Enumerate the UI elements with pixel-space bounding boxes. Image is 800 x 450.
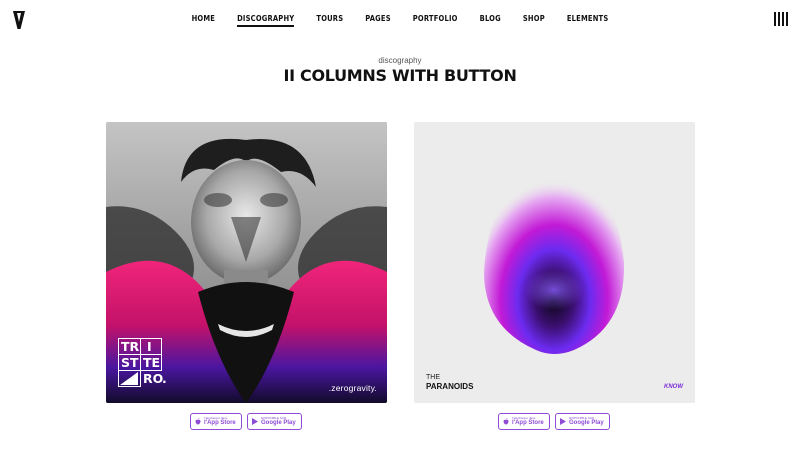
nav-item-pages[interactable]: PAGES <box>354 14 402 23</box>
logo-cell-te: TE <box>143 355 161 370</box>
logo-cell-i: I <box>147 339 152 354</box>
nav-item-tours[interactable]: TOURS <box>305 14 354 23</box>
apple-icon <box>503 418 509 425</box>
logo-cell-tr: TR <box>121 339 140 354</box>
page-title: II COLUMNS WITH BUTTON <box>283 66 517 85</box>
google-play-icon <box>252 418 258 425</box>
app-store-button[interactable]: Télécharger dans l'App Store <box>190 413 242 430</box>
google-play-icon <box>560 418 566 425</box>
nav-item-portfolio[interactable]: PORTFOLIO <box>402 14 469 23</box>
hamburger-menu-icon[interactable] <box>774 12 788 26</box>
album-title-band: PARANOIDS <box>426 382 474 391</box>
album-signature: .zerogravity. <box>328 383 377 393</box>
logo-cell-st: ST <box>121 355 139 370</box>
album-cover-tristero[interactable]: TR I ST TE RO . .zerogravity. <box>106 122 387 403</box>
main-nav: HOME DISCOGRAPHY TOURS PAGES PORTFOLIO B… <box>0 14 800 27</box>
album-art-paranoids <box>414 122 695 403</box>
app-store-button[interactable]: Télécharger dans l'App Store <box>498 413 550 430</box>
logo-cell-ro: RO <box>143 371 164 386</box>
apple-icon <box>195 418 201 425</box>
app-store-big-text: l'App Store <box>512 420 544 426</box>
app-store-big-text: l'App Store <box>204 420 236 426</box>
page-kicker: discography <box>378 56 422 65</box>
store-badges: Télécharger dans l'App Store DISPONIBLE … <box>498 413 610 430</box>
logo-cell-dot: . <box>162 371 167 386</box>
nav-item-discography[interactable]: DISCOGRAPHY <box>226 14 305 27</box>
google-play-big-text: Google Play <box>569 420 604 426</box>
album-cover-paranoids[interactable]: THE PARANOIDS KNOW <box>414 122 695 403</box>
record-label-mark: KNOW <box>664 384 683 390</box>
google-play-button[interactable]: DISPONIBLE SUR Google Play <box>247 413 302 430</box>
google-play-button[interactable]: DISPONIBLE SUR Google Play <box>555 413 610 430</box>
tristero-logo: TR I ST TE RO . <box>118 338 167 390</box>
nav-item-shop[interactable]: SHOP <box>512 14 556 23</box>
google-play-big-text: Google Play <box>261 420 296 426</box>
nav-item-home[interactable]: HOME <box>181 14 227 23</box>
album-title-the: THE <box>426 374 440 381</box>
nav-item-blog[interactable]: BLOG <box>469 14 512 23</box>
nav-item-elements[interactable]: ELEMENTS <box>556 14 620 23</box>
store-badges: Télécharger dans l'App Store DISPONIBLE … <box>190 413 302 430</box>
